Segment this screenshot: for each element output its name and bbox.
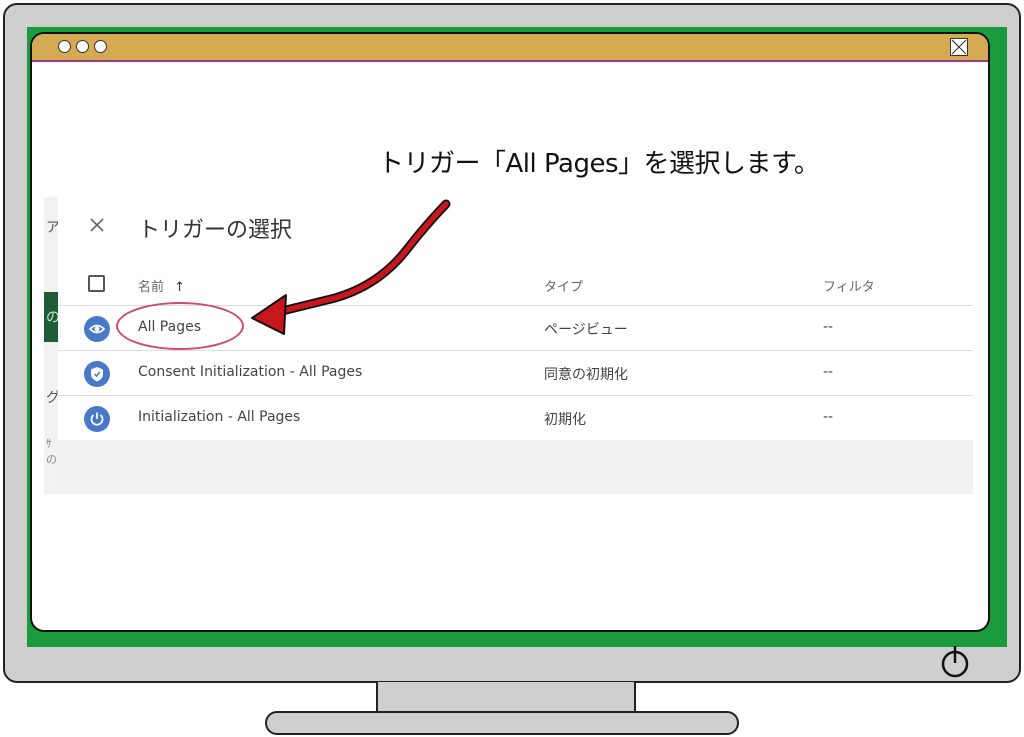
- column-name-label: 名前: [138, 280, 165, 295]
- trigger-filter: --: [823, 319, 834, 335]
- dialog-title: トリガーの選択: [138, 218, 293, 243]
- close-icon: [90, 218, 104, 232]
- dialog-empty-area: [58, 440, 973, 494]
- power-button-icon: [941, 646, 969, 678]
- trigger-name: Initialization - All Pages: [138, 409, 301, 425]
- annotation-text: トリガー「All Pages」を選択します。: [378, 149, 820, 179]
- power-icon: [84, 406, 110, 432]
- table-header: 名前 ↑ タイプ フィルタ: [58, 267, 973, 306]
- select-all-checkbox[interactable]: [88, 275, 105, 292]
- monitor-stand-base: [265, 711, 739, 735]
- highlight-ellipse: [116, 302, 244, 350]
- sort-arrow-icon: ↑: [174, 280, 186, 295]
- window-dot-icon: [58, 40, 71, 53]
- trigger-filter: --: [823, 409, 834, 425]
- shield-icon: [84, 361, 110, 387]
- window-close-icon[interactable]: [950, 38, 968, 56]
- eye-icon: [84, 316, 110, 342]
- table-row[interactable]: Initialization - All Pages 初期化 --: [58, 396, 973, 441]
- close-dialog-button[interactable]: [85, 211, 109, 239]
- trigger-type: ページビュー: [544, 322, 628, 338]
- trigger-filter: --: [823, 364, 834, 380]
- window-dot-icon: [94, 40, 107, 53]
- column-header-name[interactable]: 名前 ↑: [138, 276, 185, 295]
- trigger-name: Consent Initialization - All Pages: [138, 364, 363, 380]
- window-titlebar: [32, 34, 988, 62]
- background-page: ア の グ ｻの: [44, 197, 59, 494]
- window-dot-icon: [76, 40, 89, 53]
- column-header-filter[interactable]: フィルタ: [823, 276, 875, 295]
- background-text: ｻの: [46, 437, 57, 466]
- trigger-type: 初期化: [544, 412, 586, 428]
- table-row[interactable]: Consent Initialization - All Pages 同意の初期…: [58, 351, 973, 396]
- trigger-type: 同意の初期化: [544, 367, 628, 383]
- column-header-type[interactable]: タイプ: [544, 276, 583, 295]
